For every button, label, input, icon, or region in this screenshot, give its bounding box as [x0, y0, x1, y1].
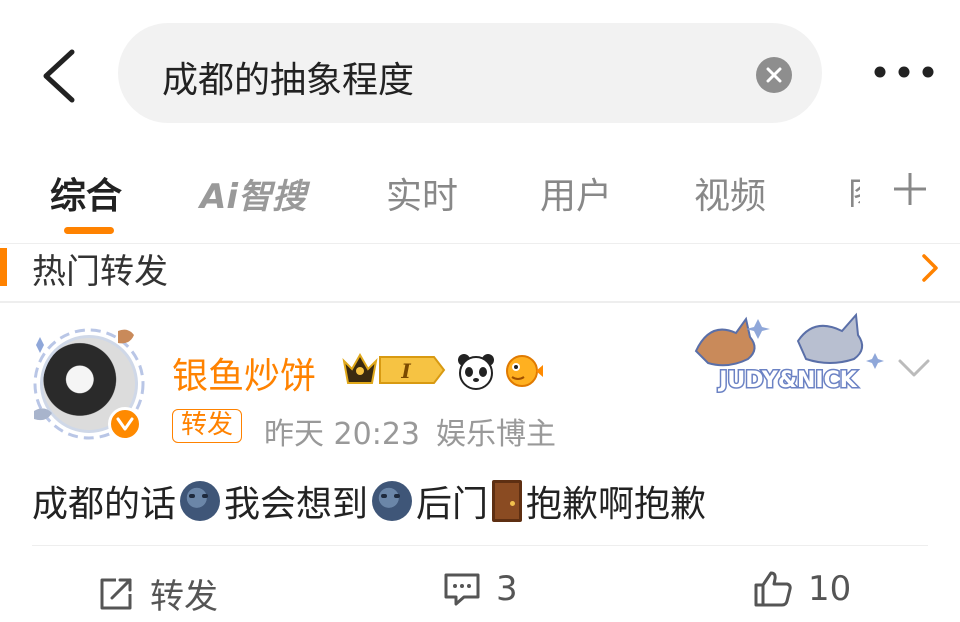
tab-bar: 综合 Ai智搜 实时 用户 视频 图 — [0, 145, 960, 243]
post-card: 银鱼炒饼 I 转发 昨天 20:23 娱乐博主 JUDY&NICK 成都的话 我… — [0, 303, 960, 622]
tab-comprehensive[interactable]: 综合 — [50, 167, 122, 219]
panda-icon — [458, 354, 494, 390]
level-badge-text: I — [400, 359, 411, 383]
content-text-1: 成都的话 — [32, 484, 177, 525]
back-button[interactable] — [30, 40, 90, 110]
comment-icon — [444, 573, 480, 606]
section-title: 热门转发 — [32, 252, 168, 292]
repost-button[interactable]: 转发 — [96, 569, 218, 618]
like-count: 10 — [808, 569, 852, 609]
verified-check-icon — [116, 417, 134, 431]
chevron-down-icon[interactable] — [896, 355, 932, 381]
active-tab-indicator — [64, 227, 114, 234]
more-dots-icon — [874, 66, 934, 78]
avatar[interactable] — [28, 325, 148, 445]
post-source: 娱乐博主 — [436, 417, 556, 452]
deco-text: JUDY&NICK — [717, 368, 858, 393]
clear-search-button[interactable] — [756, 57, 792, 93]
repost-label: 转发 — [150, 577, 218, 617]
post-content[interactable]: 成都的话 我会想到 后门 抱歉啊抱歉 — [32, 475, 706, 527]
back-arrow-icon — [43, 49, 75, 103]
username[interactable]: 银鱼炒饼 — [172, 347, 316, 399]
content-text-4: 抱歉啊抱歉 — [526, 484, 707, 525]
moon-face-emoji-icon — [180, 481, 221, 521]
verified-badge — [108, 407, 142, 441]
member-crown-badge-icon: I — [342, 352, 446, 384]
chevron-right-icon — [922, 254, 938, 282]
content-text-3: 后门 — [416, 484, 489, 525]
comment-button[interactable]: 3 — [442, 569, 518, 609]
tab-ai-search[interactable]: Ai智搜 — [200, 169, 306, 218]
tab-users[interactable]: 用户 — [540, 167, 612, 219]
search-box[interactable]: 成都的抽象程度 — [118, 23, 822, 123]
content-text-2: 我会想到 — [224, 484, 369, 525]
section-accent-bar — [0, 248, 7, 286]
judy-nick-decoration-icon: JUDY&NICK — [694, 312, 884, 395]
more-button[interactable] — [868, 58, 940, 88]
plus-icon — [894, 173, 926, 205]
search-input[interactable]: 成都的抽象程度 — [162, 51, 414, 103]
moon-face-emoji-icon — [372, 481, 413, 521]
comment-count: 3 — [496, 569, 518, 609]
thumbs-up-icon — [754, 571, 792, 607]
post-time: 昨天 20:23 — [264, 417, 420, 452]
add-tab-button[interactable] — [890, 169, 930, 209]
repost-tag: 转发 — [172, 409, 243, 443]
tab-images-partial[interactable]: 图 — [848, 167, 860, 207]
content-divider — [32, 545, 928, 546]
top-bar: 成都的抽象程度 — [0, 0, 960, 145]
tab-videos[interactable]: 视频 — [694, 167, 766, 219]
like-button[interactable]: 10 — [752, 569, 851, 609]
post-actions: 转发 3 10 — [0, 555, 960, 621]
share-icon — [100, 578, 132, 609]
hot-reposts-header[interactable]: 热门转发 — [0, 243, 960, 301]
tab-realtime[interactable]: 实时 — [386, 167, 458, 219]
door-emoji-icon — [492, 480, 523, 522]
pufferfish-icon — [506, 355, 543, 387]
close-icon — [766, 67, 782, 83]
